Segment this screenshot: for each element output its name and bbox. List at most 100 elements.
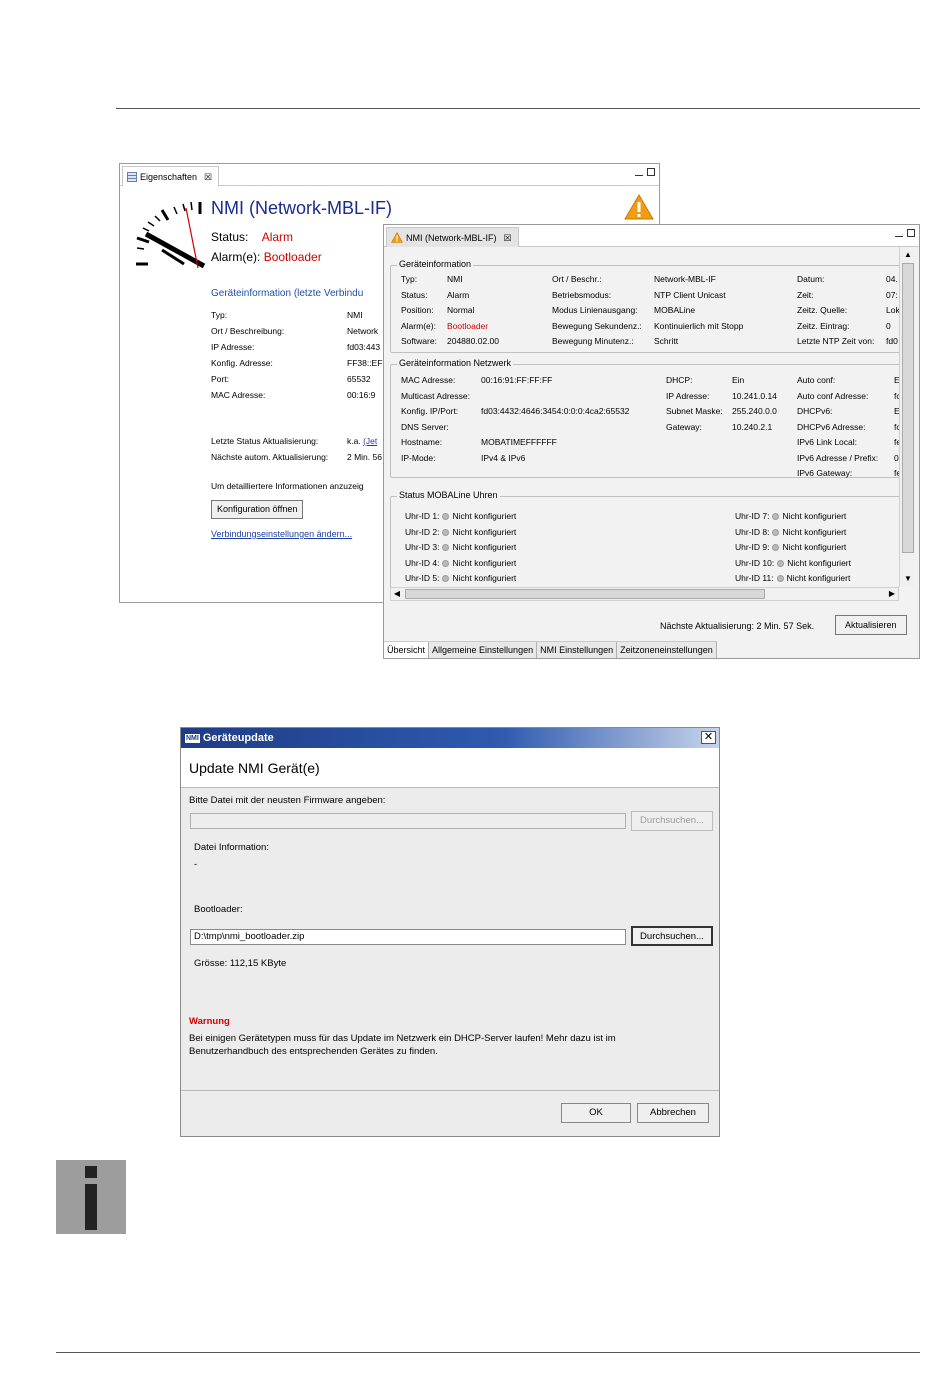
info-key: Auto conf Adresse: <box>797 390 869 401</box>
clock-state: Nicht konfiguriert <box>782 511 847 521</box>
info-value: Schritt <box>654 336 679 346</box>
tab-timezone-settings[interactable]: Zeitzoneneinstellungen <box>617 642 717 658</box>
info-value: NTP Client Unicast <box>654 289 726 300</box>
firmware-path-field[interactable] <box>190 813 626 829</box>
clock-state: Nicht konfiguriert <box>452 573 517 583</box>
scroll-down-icon[interactable]: ▼ <box>902 573 914 585</box>
tab-overview[interactable]: Übersicht <box>384 642 430 658</box>
clock-icon <box>136 201 206 269</box>
clock-state: Nicht konfiguriert <box>782 542 847 552</box>
clock-status-row: Uhr-ID 10: Nicht konfiguriert <box>735 558 851 568</box>
file-info-value: - <box>194 859 198 870</box>
info-value: Kontinuierlich mit Stopp <box>654 320 744 331</box>
info-key: Bewegung Minutenz.: <box>552 336 634 346</box>
info-key: DHCPv6: <box>797 406 833 416</box>
info-key: Ort / Beschr.: <box>552 274 602 284</box>
group-title: Geräteinformation Netzwerk <box>397 358 514 368</box>
info-key: Zeitz. Eintrag: <box>797 320 850 331</box>
info-value: Network-MBL-IF <box>654 274 716 284</box>
scroll-thumb[interactable] <box>405 589 765 599</box>
bootloader-path-field[interactable]: D:\tmp\nmi_bootloader.zip <box>190 929 626 945</box>
info-value: 0 <box>886 320 891 331</box>
firmware-label: Bitte Datei mit der neusten Firmware ang… <box>189 795 386 806</box>
info-key: Modus Linienausgang: <box>552 305 638 315</box>
tab-close-icon[interactable]: ☒ <box>204 168 212 186</box>
info-value: 00:16:9 <box>347 390 376 400</box>
device-info-section-title: Geräteinformation (letzte Verbindu <box>211 288 364 299</box>
info-key: Letzte NTP Zeit von: <box>797 336 875 346</box>
browse-bootloader-button[interactable]: Durchsuchen... <box>631 926 713 946</box>
info-key: Multicast Adresse: <box>401 390 470 401</box>
info-key: Port: <box>211 374 229 384</box>
info-key: DHCP: <box>666 375 693 385</box>
status-led-icon <box>777 559 785 567</box>
info-key: MAC Adresse: <box>401 375 456 385</box>
horizontal-scrollbar[interactable]: ◀ ▶ <box>390 587 899 601</box>
refresh-button[interactable]: Aktualisieren <box>835 615 907 635</box>
open-config-button[interactable]: Konfiguration öffnen <box>211 500 304 519</box>
connection-settings-link[interactable]: Verbindungseinstellungen ändern... <box>211 529 352 539</box>
info-key: Zeit: <box>797 289 814 300</box>
clock-state: Nicht konfiguriert <box>452 511 517 521</box>
close-icon[interactable]: ✕ <box>701 731 716 744</box>
tab-general-settings[interactable]: Allgemeine Einstellungen <box>429 642 538 658</box>
warning-text: Bei einigen Gerätetypen muss für das Upd… <box>189 1033 616 1057</box>
warning-icon <box>391 232 403 243</box>
info-value: fd0 <box>886 336 898 346</box>
info-key: IPv6 Link Local: <box>797 437 858 447</box>
info-key: Hostname: <box>401 437 443 447</box>
clock-id: Uhr-ID 5: <box>405 573 440 583</box>
status-led-icon <box>442 559 450 567</box>
scroll-thumb[interactable] <box>902 263 914 553</box>
info-value: FF38::EF <box>347 358 383 368</box>
scroll-right-icon[interactable]: ▶ <box>886 588 898 600</box>
info-key: IPv6 Adresse / Prefix: <box>797 452 879 463</box>
clock-id: Uhr-ID 2: <box>405 526 440 537</box>
info-value: Ein <box>732 375 745 385</box>
minimize-icon[interactable] <box>635 168 643 176</box>
clock-status-row: Uhr-ID 11: Nicht konfiguriert <box>735 573 850 583</box>
scroll-up-icon[interactable]: ▲ <box>902 249 914 261</box>
browse-firmware-button[interactable]: Durchsuchen... <box>631 811 713 831</box>
group-title: Geräteinformation <box>397 259 474 269</box>
clock-status-row: Uhr-ID 8: Nicht konfiguriert <box>735 527 846 537</box>
scroll-left-icon[interactable]: ◀ <box>391 588 403 600</box>
minimize-icon[interactable] <box>895 229 903 237</box>
tab-close-icon[interactable]: ☒ <box>504 229 512 247</box>
info-key: Konfig. IP/Port: <box>401 406 459 416</box>
alarm-label: Alarm(e): <box>211 250 261 264</box>
info-value: 65532 <box>347 374 371 384</box>
status-led-icon <box>776 575 784 582</box>
bottom-rule <box>56 1352 920 1353</box>
alarm-value: Bootloader <box>263 250 322 264</box>
info-icon-bar <box>85 1184 97 1230</box>
vertical-scrollbar[interactable]: ▲ ▼ <box>899 247 915 587</box>
cancel-button[interactable]: Abbrechen <box>637 1103 709 1123</box>
info-value: MOBATIMEFFFFFF <box>481 437 557 447</box>
update-now-link[interactable]: (Jet <box>363 436 377 446</box>
info-value: fd03:443 <box>347 342 381 352</box>
clock-state: Nicht konfiguriert <box>452 526 517 537</box>
maximize-icon[interactable] <box>647 168 655 176</box>
maximize-icon[interactable] <box>907 229 915 237</box>
warning-title: Warnung <box>189 1016 230 1027</box>
status-led-icon <box>772 528 780 536</box>
info-key: IPv6 Gateway: <box>797 468 853 478</box>
status-label: Status: <box>211 230 249 244</box>
bottom-tabs: Übersicht Allgemeine Einstellungen NMI E… <box>384 641 717 658</box>
info-key: Auto conf: <box>797 375 836 385</box>
info-key: Status: <box>401 289 428 300</box>
dialog-separator <box>181 1090 719 1091</box>
clock-status-row: Uhr-ID 3: Nicht konfiguriert <box>405 542 516 552</box>
tab-nmi-settings[interactable]: NMI Einstellungen <box>537 642 618 658</box>
last-update-text: k.a. <box>347 436 361 446</box>
ok-button[interactable]: OK <box>561 1103 631 1123</box>
info-key: Gateway: <box>666 421 702 432</box>
tab-nmi[interactable]: NMI (Network-MBL-IF) ☒ <box>386 227 519 247</box>
info-value: MOBALine <box>654 305 696 315</box>
nmi-tabbar: NMI (Network-MBL-IF) ☒ <box>384 225 919 247</box>
info-key: Subnet Maske: <box>666 406 723 416</box>
info-key: Typ: <box>211 310 228 320</box>
info-value: IPv4 & IPv6 <box>481 452 526 463</box>
tab-properties[interactable]: Eigenschaften ☒ <box>122 166 220 186</box>
